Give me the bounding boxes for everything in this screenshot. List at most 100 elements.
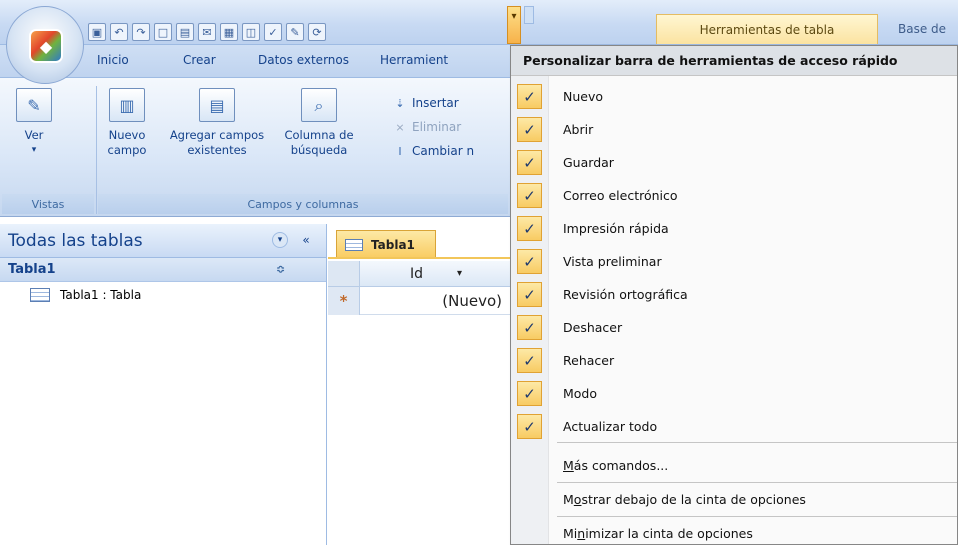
redo-icon[interactable]: ↷ xyxy=(132,23,150,41)
checkmark-icon: ✓ xyxy=(517,117,542,142)
menu-item-label: Más comandos... xyxy=(563,458,669,473)
delete-label: Eliminar xyxy=(412,120,462,134)
menu-item[interactable]: ✓ Deshacer xyxy=(511,311,957,344)
menu-item-label: Abrir xyxy=(563,122,594,137)
menu-item-minimize-ribbon[interactable]: Minimizar la cinta de opciones xyxy=(511,517,957,545)
checkmark-icon: ✓ xyxy=(517,249,542,274)
nav-group-header[interactable]: Tabla1 ≎ xyxy=(0,258,326,282)
checkmark-icon: ✓ xyxy=(517,84,542,109)
checkmark-icon: ✓ xyxy=(517,183,542,208)
menu-item[interactable]: ✓ Revisión ortográfica xyxy=(511,278,957,311)
spelling-icon[interactable]: ✓ xyxy=(264,23,282,41)
menu-item-label: Revisión ortográfica xyxy=(563,287,688,302)
new-field-label-2: campo xyxy=(107,143,147,157)
new-field-label-1: Nuevo xyxy=(108,128,146,142)
menu-item[interactable]: ✓ Impresión rápida xyxy=(511,212,957,245)
view-button[interactable]: ✎ Ver ▾ xyxy=(14,88,54,158)
menu-item[interactable]: ✓ Vista preliminar xyxy=(511,245,957,278)
rename-icon: Ⅰ xyxy=(398,144,402,158)
collapse-group-icon[interactable]: ≎ xyxy=(276,263,285,276)
view-label: Ver xyxy=(24,128,44,142)
tab-strip xyxy=(328,257,510,259)
insert-label: Insertar xyxy=(412,96,459,110)
document-tab[interactable]: Tabla1 xyxy=(336,230,436,258)
nav-pane-title: Todas las tablas xyxy=(8,230,143,251)
office-button[interactable]: ◆ xyxy=(6,6,84,84)
menu-item[interactable]: ✓ Abrir xyxy=(511,113,957,146)
new-field-button[interactable]: ▥ Nuevo campo xyxy=(103,88,151,158)
insert-icon: ⇣ xyxy=(395,96,405,110)
checkmark-icon: ✓ xyxy=(517,414,542,439)
undo-icon[interactable]: ↶ xyxy=(110,23,128,41)
menu-item-label: Guardar xyxy=(563,155,614,170)
menu-item-label: Vista preliminar xyxy=(563,254,662,269)
title-bar-handle xyxy=(524,6,534,24)
menu-item-label: Modo xyxy=(563,386,598,401)
save-icon[interactable]: ▣ xyxy=(88,23,106,41)
menu-item[interactable]: ✓ Correo electrónico xyxy=(511,179,957,212)
lookup-label-1: Columna de xyxy=(284,128,354,142)
select-all-cell[interactable] xyxy=(328,261,360,287)
email-icon[interactable]: ✉ xyxy=(198,23,216,41)
menu-item[interactable]: ✓ Modo xyxy=(511,377,957,410)
nav-item-label: Tabla1 : Tabla xyxy=(60,288,142,302)
menu-item-label: Deshacer xyxy=(563,320,623,335)
lookup-column-button[interactable]: ⌕ Columna de búsqueda xyxy=(273,88,365,158)
print-preview-icon[interactable]: ◫ xyxy=(242,23,260,41)
menu-item-label: Impresión rápida xyxy=(563,221,669,236)
menu-item-label: Actualizar todo xyxy=(563,419,658,434)
insert-button[interactable]: ⇣ Insertar xyxy=(392,96,459,110)
menu-title: Personalizar barra de herramientas de ac… xyxy=(511,46,957,76)
nav-dropdown-icon[interactable]: ▾ xyxy=(272,232,288,248)
refresh-icon[interactable]: ⟳ xyxy=(308,23,326,41)
tab-datos-externos[interactable]: Datos externos xyxy=(258,53,349,67)
open-icon[interactable]: ▤ xyxy=(176,23,194,41)
quick-access-toolbar: ▣ ↶ ↷ □ ▤ ✉ ▦ ◫ ✓ ✎ ⟳ xyxy=(88,20,326,44)
rename-button[interactable]: Ⅰ Cambiar n xyxy=(392,144,474,158)
menu-item[interactable]: ✓ Nuevo xyxy=(511,80,957,113)
print-icon[interactable]: ▦ xyxy=(220,23,238,41)
checkmark-icon: ✓ xyxy=(517,348,542,373)
contextual-tab-label: Herramientas de tabla xyxy=(699,22,835,37)
column-dropdown-icon[interactable]: ▾ xyxy=(457,268,462,279)
nav-collapse-icon[interactable]: « xyxy=(298,232,314,248)
checkmark-icon: ✓ xyxy=(517,282,542,307)
new-record-icon[interactable]: * xyxy=(328,287,360,315)
menu-item-show-below-ribbon[interactable]: Mostrar debajo de la cinta de opciones xyxy=(511,483,957,516)
add-fields-icon: ▤ xyxy=(199,88,235,122)
nav-item-table[interactable]: Tabla1 : Tabla xyxy=(0,282,326,308)
new-record-cell[interactable]: (Nuevo) xyxy=(360,287,510,315)
menu-item-label: Mostrar debajo de la cinta de opciones xyxy=(563,492,806,507)
tab-inicio[interactable]: Inicio xyxy=(97,53,129,67)
checkmark-icon: ✓ xyxy=(517,315,542,340)
column-header-id[interactable]: Id ▾ xyxy=(360,261,510,287)
rename-label: Cambiar n xyxy=(412,144,475,158)
menu-item[interactable]: ✓ Guardar xyxy=(511,146,957,179)
qat-customize-dropdown-icon[interactable]: ▾ xyxy=(507,6,521,44)
database-tab-label: Base de xyxy=(898,22,947,36)
menu-item[interactable]: ✓ Actualizar todo xyxy=(511,410,957,443)
document-tab-label: Tabla1 xyxy=(371,237,415,252)
menu-item-label: Correo electrónico xyxy=(563,188,678,203)
new-icon[interactable]: □ xyxy=(154,23,172,41)
menu-item[interactable]: ✓ Rehacer xyxy=(511,344,957,377)
add-existing-fields-button[interactable]: ▤ Agregar campos existentes xyxy=(166,88,268,158)
lookup-column-icon: ⌕ xyxy=(301,88,337,122)
separator xyxy=(96,86,97,214)
delete-button[interactable]: ⨯ Eliminar xyxy=(392,120,461,134)
checkmark-icon: ✓ xyxy=(517,216,542,241)
mode-icon[interactable]: ✎ xyxy=(286,23,304,41)
table-icon xyxy=(345,238,363,251)
menu-item-label: Rehacer xyxy=(563,353,615,368)
nav-pane-header[interactable]: Todas las tablas ▾ « xyxy=(0,224,326,258)
office-logo-icon: ◆ xyxy=(29,29,63,63)
view-icon: ✎ xyxy=(16,88,52,122)
tab-herramientas[interactable]: Herramient xyxy=(380,53,448,67)
menu-item-label: Nuevo xyxy=(563,89,604,104)
menu-item-label: Minimizar la cinta de opciones xyxy=(563,526,753,541)
add-fields-label-1: Agregar campos xyxy=(169,128,265,142)
menu-item-more-commands[interactable]: Más comandos... xyxy=(511,449,957,482)
contextual-tab-table-tools[interactable]: Herramientas de tabla xyxy=(656,14,878,44)
checkmark-icon: ✓ xyxy=(517,150,542,175)
tab-crear[interactable]: Crear xyxy=(183,53,216,67)
